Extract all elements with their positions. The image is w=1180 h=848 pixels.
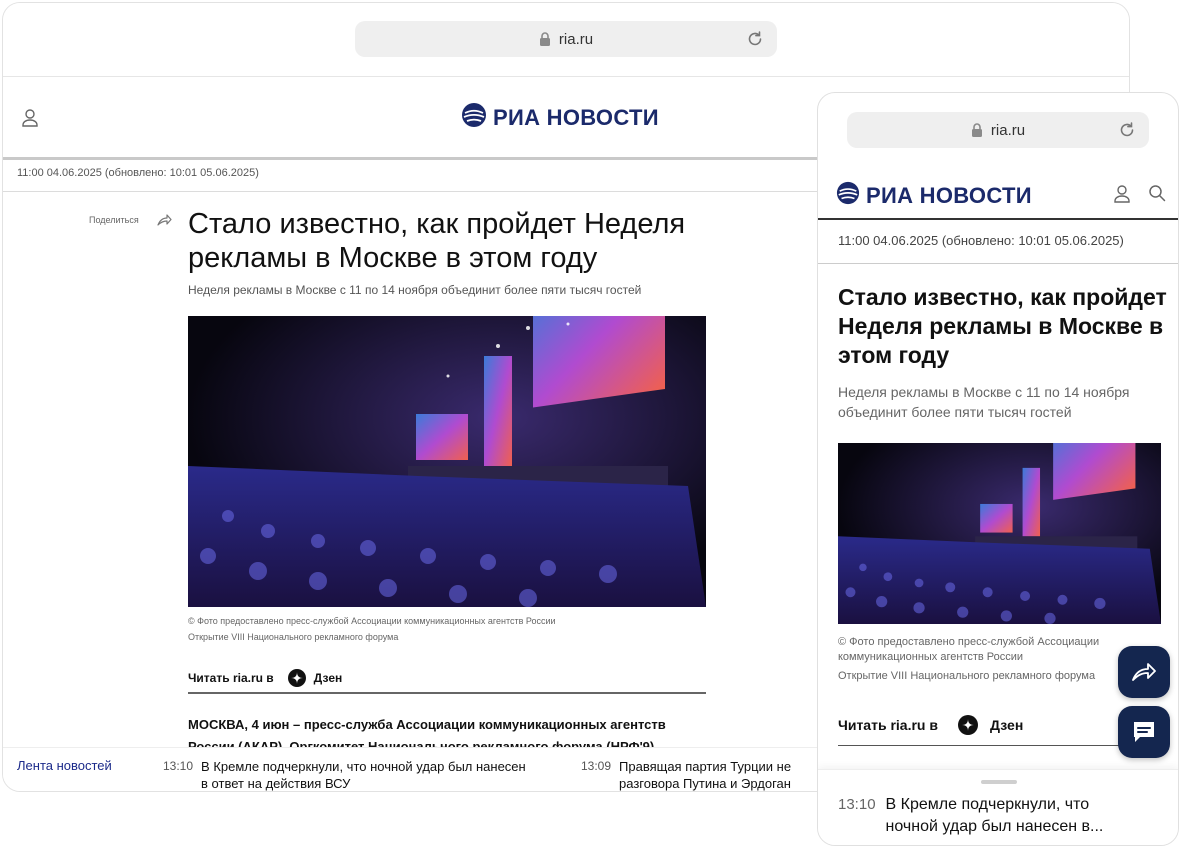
article-photo[interactable] bbox=[188, 316, 706, 607]
sheet-handle[interactable] bbox=[981, 780, 1017, 784]
divider bbox=[838, 745, 1160, 746]
article-title: Стало известно, как пройдет Неделя рекла… bbox=[188, 208, 686, 274]
news-time: 13:10 bbox=[838, 796, 876, 813]
zen-label: Дзен bbox=[989, 717, 1024, 733]
ria-logo[interactable]: РИА НОВОСТИ bbox=[836, 181, 1032, 211]
reload-icon[interactable] bbox=[1117, 120, 1137, 140]
news-time: 13:09 bbox=[581, 759, 612, 773]
stage: ria.ru РИА НОВОСТИ 11:00 04.06.2025 (обн… bbox=[0, 0, 1180, 848]
logo-text: РИА НОВОСТИ bbox=[866, 183, 1032, 208]
address-bar[interactable]: ria.ru bbox=[847, 112, 1149, 148]
divider bbox=[3, 191, 819, 192]
divider bbox=[818, 263, 1178, 264]
chat-button[interactable] bbox=[1118, 706, 1170, 758]
photo-caption-event: Открытие VIII Национального рекламного ф… bbox=[838, 670, 1096, 682]
article-date: 11:00 04.06.2025 (обновлено: 10:01 05.06… bbox=[17, 167, 259, 179]
site-header: РИА НОВОСТИ bbox=[818, 168, 1178, 220]
photo-caption: © Фото предоставлено пресс-службой Ассоц… bbox=[838, 636, 1100, 663]
read-in-zen[interactable]: Читать ria.ru в Дзен bbox=[188, 669, 342, 687]
news-time: 13:10 bbox=[163, 759, 194, 773]
ria-globe-icon bbox=[836, 181, 860, 211]
share-icon[interactable] bbox=[157, 213, 172, 227]
photo-caption: © Фото предоставлено пресс-службой Ассоц… bbox=[188, 616, 556, 626]
news-feed-item[interactable]: 13:10 В Кремле подчеркнули, что ночной у… bbox=[838, 794, 1146, 838]
share-label[interactable]: Поделиться bbox=[89, 215, 139, 225]
photo-caption-event: Открытие VIII Национального рекламного ф… bbox=[188, 632, 399, 642]
divider bbox=[188, 692, 706, 694]
news-text: В Кремле подчеркнули, что ночной удар бы… bbox=[885, 796, 1104, 835]
zen-icon bbox=[957, 715, 978, 735]
read-in-zen[interactable]: Читать ria.ru в Дзен bbox=[838, 715, 1023, 735]
news-text: В Кремле подчеркнули, что ночной удар бы… bbox=[201, 759, 526, 791]
zen-icon bbox=[287, 669, 306, 687]
reload-icon[interactable] bbox=[745, 29, 765, 49]
zen-label: Дзен bbox=[313, 671, 343, 685]
address-bar[interactable]: ria.ru bbox=[355, 21, 777, 57]
ria-globe-icon bbox=[461, 102, 487, 134]
chat-icon bbox=[1134, 722, 1154, 742]
article-subtitle: Неделя рекламы в Москве с 11 по 14 ноябр… bbox=[188, 283, 642, 297]
user-icon[interactable] bbox=[21, 108, 39, 128]
article-title: Стало известно, как пройдет Неделя рекла… bbox=[838, 284, 1167, 368]
url-text: ria.ru bbox=[990, 121, 1026, 139]
news-text: Правящая партия Турции не разговора Пути… bbox=[619, 759, 792, 791]
article-subtitle: Неделя рекламы в Москве с 11 по 14 ноябр… bbox=[838, 384, 1130, 420]
lock-icon bbox=[539, 31, 551, 47]
read-in-label: Читать ria.ru в bbox=[188, 671, 274, 685]
share-button[interactable] bbox=[1118, 646, 1170, 698]
article-photo[interactable] bbox=[838, 443, 1161, 624]
lock-icon bbox=[971, 122, 983, 138]
search-icon[interactable] bbox=[1148, 184, 1166, 202]
news-feed-item[interactable]: 13:09 Правящая партия Турции не разговор… bbox=[581, 758, 819, 791]
read-in-label: Читать ria.ru в bbox=[838, 717, 938, 733]
logo-text: РИА НОВОСТИ bbox=[493, 105, 659, 130]
ria-logo[interactable]: РИА НОВОСТИ bbox=[461, 102, 659, 134]
divider bbox=[3, 157, 819, 160]
news-feed-label[interactable]: Лента новостей bbox=[17, 758, 112, 773]
user-icon[interactable] bbox=[1113, 184, 1131, 204]
news-feed-item[interactable]: 13:10 В Кремле подчеркнули, что ночной у… bbox=[163, 758, 531, 791]
share-icon bbox=[1132, 663, 1156, 681]
article-date: 11:00 04.06.2025 (обновлено: 10:01 05.06… bbox=[838, 233, 1124, 248]
news-bottom-sheet[interactable]: 13:10 В Кремле подчеркнули, что ночной у… bbox=[818, 769, 1178, 845]
browser-toolbar: ria.ru bbox=[3, 3, 1129, 77]
url-text: ria.ru bbox=[558, 30, 594, 48]
mobile-browser-window: ria.ru РИА НОВОСТИ 11:00 04.06.2025 (обн… bbox=[817, 92, 1179, 846]
